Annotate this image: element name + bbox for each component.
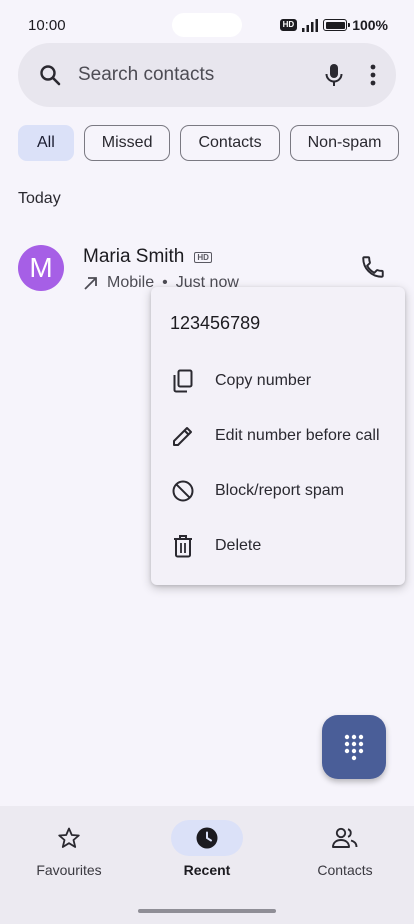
block-icon [171,479,195,503]
signal-icon [302,18,319,32]
contact-name-wrap: Maria Smith HD [83,246,212,268]
menu-phone-number: 123456789 [170,313,261,333]
microphone-icon[interactable] [323,61,345,89]
dialpad-icon [344,734,364,761]
status-time: 10:00 [28,16,66,34]
menu-item-label: Edit number before call [215,426,380,444]
menu-item-label: Copy number [215,371,312,389]
filter-chips: All Missed Contacts Non-spam [18,125,400,161]
menu-item-edit-number[interactable]: Edit number before call [151,408,405,463]
camera-cutout [172,13,242,37]
call-type: Mobile [107,274,155,291]
menu-item-copy-number[interactable]: Copy number [151,353,405,408]
search-bar[interactable] [18,43,396,107]
dialpad-button[interactable] [322,715,386,779]
battery-percent: 100% [352,17,388,33]
people-icon [332,827,358,848]
avatar[interactable]: M [18,245,64,291]
clock-icon [196,827,218,849]
chip-contacts[interactable]: Contacts [180,125,280,161]
nav-label: Favourites [36,862,102,878]
nav-label: Contacts [317,862,373,878]
pencil-icon [171,424,195,448]
menu-item-block-spam[interactable]: Block/report spam [151,463,405,518]
gesture-handle[interactable] [138,909,276,913]
nav-contacts[interactable]: Contacts [280,820,410,878]
search-icon [38,61,62,89]
nav-favourites[interactable]: Favourites [4,820,134,878]
chip-all[interactable]: All [18,125,74,161]
status-indicators: HD 100% [279,17,388,33]
battery-icon [323,19,351,31]
outgoing-call-arrow-icon [84,277,97,290]
menu-item-delete[interactable]: Delete [151,518,405,573]
section-label-today: Today [18,190,61,207]
search-input[interactable] [78,64,323,86]
chip-missed[interactable]: Missed [83,125,171,161]
hd-voice-icon: HD [279,19,298,31]
menu-item-label: Delete [215,536,262,554]
more-options-icon[interactable] [367,61,378,89]
contact-name: Maria Smith [83,246,185,267]
trash-icon [171,534,195,558]
hd-call-icon: HD [194,251,212,263]
nav-recent[interactable]: Recent [142,820,272,878]
bottom-navigation: Favourites Recent Contacts [0,806,414,924]
star-icon [58,827,80,848]
phone-icon[interactable] [360,254,386,285]
context-menu: 123456789 Copy number Edit number before… [151,287,405,585]
nav-label: Recent [183,862,231,878]
chip-non-spam[interactable]: Non-spam [289,125,400,161]
menu-item-label: Block/report spam [215,481,344,499]
copy-icon [171,369,195,393]
